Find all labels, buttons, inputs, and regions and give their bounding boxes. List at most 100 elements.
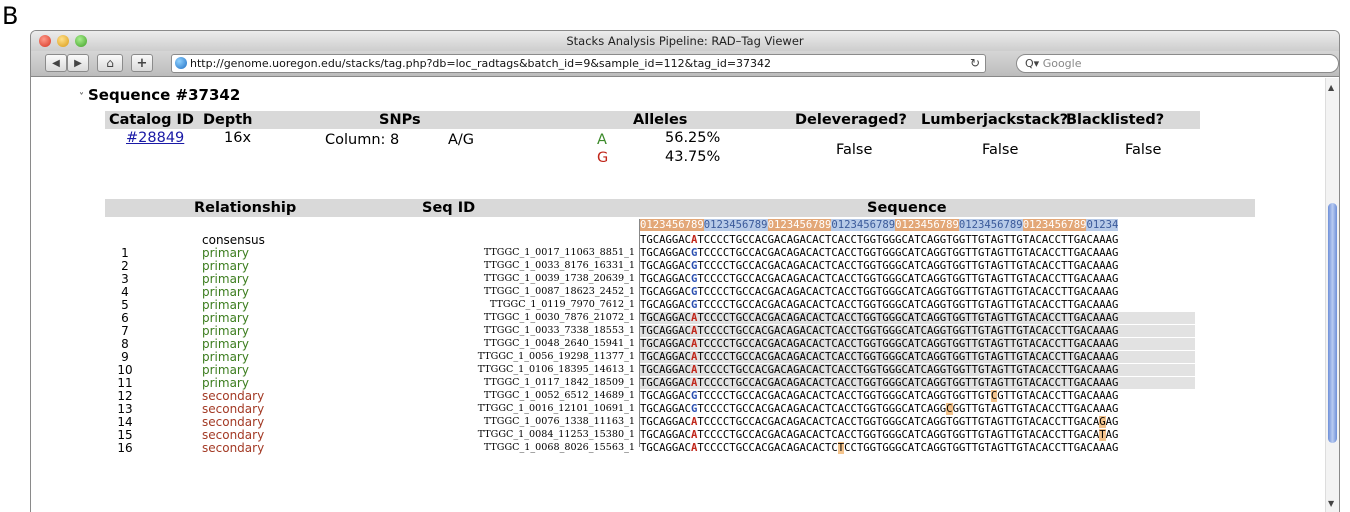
lumberjackstack-value: False bbox=[982, 142, 1019, 158]
page-content: ˅ Sequence #37342 Catalog ID Depth SNPs A… bbox=[31, 78, 1327, 512]
seq-id: TTGGC_1_0119_7970_7612_1 bbox=[489, 299, 635, 310]
sequence-string: TGCAGGACATCCCCTGCCACGACAGACACTCACCTGGTGG… bbox=[640, 364, 1196, 376]
relationship-label: primary bbox=[202, 259, 249, 273]
alignment-row: 12 secondary TTGGC_1_0052_6512_14689_1 TGCA… bbox=[105, 390, 1255, 402]
catalog-id-link[interactable]: #28849 bbox=[126, 130, 184, 146]
row-number: 3 bbox=[121, 272, 129, 286]
minimize-window-button[interactable] bbox=[57, 35, 69, 47]
url-text: http://genome.uoregon.edu/stacks/tag.php… bbox=[190, 57, 772, 70]
alignment-row: 4 primary TTGGC_1_0087_18623_2452_1 TGCAGGA… bbox=[105, 286, 1255, 298]
window-title: Stacks Analysis Pipeline: RAD–Tag Viewer bbox=[566, 34, 804, 48]
summary-header: Catalog ID Depth SNPs Alleles Deleverage… bbox=[105, 111, 1200, 129]
zoom-window-button[interactable] bbox=[75, 35, 87, 47]
ruler-segment: 01234 bbox=[1086, 219, 1119, 231]
relationship-label: primary bbox=[202, 246, 249, 260]
forward-arrow-icon: ▶ bbox=[74, 57, 82, 69]
header-sequence: Sequence bbox=[867, 200, 947, 216]
forward-button[interactable]: ▶ bbox=[67, 54, 89, 72]
globe-icon bbox=[175, 57, 187, 69]
seq-id: TTGGC_1_0017_11063_8851_1 bbox=[483, 247, 635, 258]
sequence-string: TGCAGGACATCCCCTGCCACGACAGACACTCACCTGGTGG… bbox=[640, 429, 1119, 441]
sequence-string: TGCAGGACGTCCCCTGCCACGACAGACACTCACCTGGTGG… bbox=[640, 247, 1119, 259]
seq-id: TTGGC_1_0076_1338_11163_1 bbox=[483, 416, 635, 427]
sequence-heading: ˅ Sequence #37342 bbox=[79, 86, 240, 104]
relationship-label: primary bbox=[202, 311, 249, 325]
collapse-toggle-icon[interactable]: ˅ bbox=[79, 92, 84, 103]
allele-a-freq: 56.25% bbox=[665, 130, 721, 146]
title-bar: Stacks Analysis Pipeline: RAD–Tag Viewer bbox=[31, 31, 1339, 51]
sequence-string: TGCAGGACGTCCCCTGCCACGACAGACACTCACCTGGTGG… bbox=[640, 286, 1119, 298]
relationship-label: secondary bbox=[202, 402, 265, 416]
search-field[interactable]: Q▾ Google bbox=[1016, 54, 1339, 73]
ruler-segment: 0123456789 bbox=[640, 219, 704, 231]
scroll-down-icon[interactable]: ▼ bbox=[1328, 499, 1334, 508]
relationship-label: primary bbox=[202, 350, 249, 364]
alignment-row: 14 secondary TTGGC_1_0076_1338_11163_1 TGCA… bbox=[105, 416, 1255, 428]
ruler-segment: 0123456789 bbox=[831, 219, 896, 231]
relationship-label: primary bbox=[202, 363, 249, 377]
row-number: 4 bbox=[121, 285, 129, 299]
plus-icon: + bbox=[136, 55, 148, 71]
blacklisted-value: False bbox=[1125, 142, 1162, 158]
seq-id: TTGGC_1_0084_11253_15380_1 bbox=[477, 429, 635, 440]
row-number: 12 bbox=[117, 389, 133, 403]
sequence-string: TGCAGGACGTCCCCTGCCACGACAGACACTCACCTGGTGG… bbox=[640, 390, 1119, 402]
seq-id: TTGGC_1_0117_1842_18509_1 bbox=[483, 377, 635, 388]
relationship-label: secondary bbox=[202, 428, 265, 442]
reload-icon[interactable]: ↻ bbox=[970, 55, 980, 72]
seq-id: TTGGC_1_0048_2640_15941_1 bbox=[483, 338, 635, 349]
relationship-label: secondary bbox=[202, 441, 265, 455]
home-icon: ⌂ bbox=[106, 56, 114, 70]
sequence-title: Sequence #37342 bbox=[88, 86, 241, 104]
seq-id: TTGGC_1_0087_18623_2452_1 bbox=[483, 286, 635, 297]
search-placeholder: Google bbox=[1042, 57, 1082, 70]
relationship-label: primary bbox=[202, 324, 249, 338]
seq-id: TTGGC_1_0052_6512_14689_1 bbox=[483, 390, 635, 401]
search-engine-icon[interactable]: Q▾ bbox=[1025, 57, 1039, 70]
allele-a-base: A bbox=[597, 132, 607, 148]
seq-id: TTGGC_1_0016_12101_10691_1 bbox=[477, 403, 635, 414]
alignment-row: 16 secondary TTGGC_1_0068_8026_15563_1 TGCA… bbox=[105, 442, 1255, 454]
relationship-label: primary bbox=[202, 337, 249, 351]
ruler-segment: 0123456789 bbox=[958, 219, 1023, 231]
alignment-row: 5 primary TTGGC_1_0119_7970_7612_1 TGCAGGAC… bbox=[105, 299, 1255, 311]
alignment-row: 2 primary TTGGC_1_0033_8176_16331_1 TGCAGGA… bbox=[105, 260, 1255, 272]
alignment-row: 11 primary TTGGC_1_0117_1842_18509_1 TGCAGG… bbox=[105, 377, 1255, 389]
alignment-row: 15 secondary TTGGC_1_0084_11253_15380_1 TGC… bbox=[105, 429, 1255, 441]
sequence-string: TGCAGGACATCCCCTGCCACGACAGACACTCACCTGGTGG… bbox=[640, 351, 1196, 363]
seq-id: TTGGC_1_0056_19298_11377_1 bbox=[477, 351, 635, 362]
seq-id: TTGGC_1_0033_7338_18553_1 bbox=[483, 325, 635, 336]
snp-alleles: A/G bbox=[448, 132, 475, 148]
row-number: 2 bbox=[121, 259, 129, 273]
depth-value: 16x bbox=[224, 130, 252, 146]
alignment-row: 6 primary TTGGC_1_0030_7876_21072_1 TGCAGGA… bbox=[105, 312, 1255, 324]
scroll-thumb[interactable] bbox=[1328, 203, 1337, 443]
row-number: 10 bbox=[117, 363, 133, 377]
scroll-up-icon[interactable]: ▲ bbox=[1328, 83, 1334, 92]
row-number: 14 bbox=[117, 415, 133, 429]
sequence-string: TGCAGGACGTCCCCTGCCACGACAGACACTCACCTGGTGG… bbox=[640, 403, 1119, 415]
alignment-row: 9 primary TTGGC_1_0056_19298_11377_1 TGCAGG… bbox=[105, 351, 1255, 363]
home-button[interactable]: ⌂ bbox=[97, 54, 123, 72]
ruler-segment: 0123456789 bbox=[767, 219, 832, 231]
alignment-row: 3 primary TTGGC_1_0039_1738_20639_1 TGCAGGA… bbox=[105, 273, 1255, 285]
browser-window: Stacks Analysis Pipeline: RAD–Tag Viewer… bbox=[30, 30, 1340, 512]
header-depth: Depth bbox=[203, 112, 253, 128]
allele-g-freq: 43.75% bbox=[665, 149, 721, 165]
sequence-string: TGCAGGACATCCCCTGCCACGACAGACACTCACCTGGTGG… bbox=[640, 416, 1119, 428]
vertical-scrollbar[interactable]: ▲ ▼ bbox=[1325, 78, 1339, 512]
address-bar[interactable]: http://genome.uoregon.edu/stacks/tag.php… bbox=[171, 54, 986, 73]
close-window-button[interactable] bbox=[39, 35, 51, 47]
relationship-label: primary bbox=[202, 376, 249, 390]
header-snps: SNPs bbox=[379, 112, 421, 128]
row-number: 9 bbox=[121, 350, 129, 364]
sequence-string: TGCAGGACGTCCCCTGCCACGACAGACACTCACCTGGTGG… bbox=[640, 299, 1119, 311]
add-bookmark-button[interactable]: + bbox=[131, 54, 153, 72]
sequence-string: TGCAGGACATCCCCTGCCACGACAGACACTCACCTGGTGG… bbox=[640, 325, 1196, 337]
row-number: 15 bbox=[117, 428, 133, 442]
alignment-row: 10 primary TTGGC_1_0106_18395_14613_1 TGCAG… bbox=[105, 364, 1255, 376]
back-button[interactable]: ◀ bbox=[45, 54, 67, 72]
header-lumberjackstack: Lumberjackstack? bbox=[921, 112, 1069, 128]
seq-id: TTGGC_1_0030_7876_21072_1 bbox=[483, 312, 635, 323]
ruler-segment: 0123456789 bbox=[1022, 219, 1087, 231]
